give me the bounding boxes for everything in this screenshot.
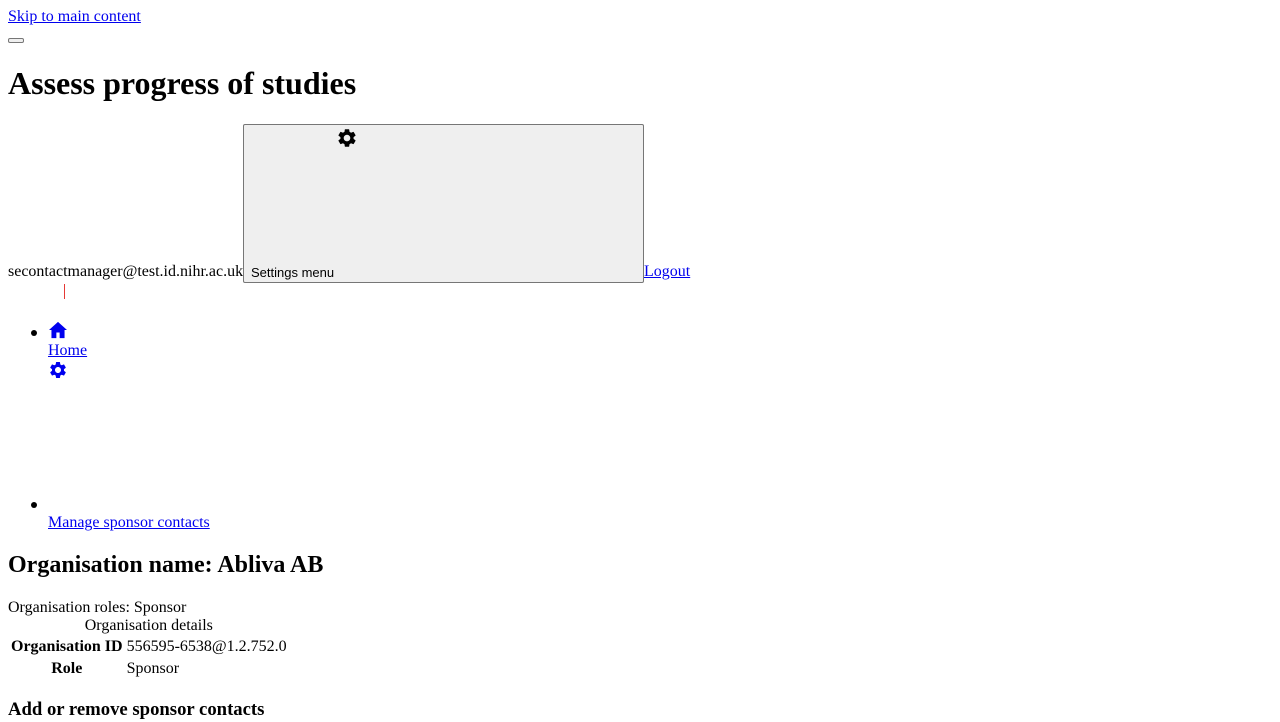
organisation-details-table: Organisation details Organisation ID 556… <box>8 617 290 681</box>
nav-item-home[interactable]: Home <box>48 342 87 360</box>
gear-icon <box>50 362 66 378</box>
role-value: Sponsor <box>126 660 180 677</box>
organisation-id-header: Organisation ID <box>11 638 123 655</box>
nav-bullet <box>31 330 37 336</box>
focus-indicator-bar <box>64 284 65 299</box>
nav-item-manage-sponsor-contacts[interactable]: Manage sponsor contacts <box>48 514 210 532</box>
organisation-name-heading: Organisation name: Abliva AB <box>8 552 324 578</box>
organisation-id-value: 556595-6538@1.2.752.0 <box>126 638 287 655</box>
nav-bullet <box>31 502 37 508</box>
skip-to-main-link[interactable]: Skip to main content <box>8 8 141 26</box>
settings-menu-label: Settings menu <box>251 265 335 280</box>
page-title: Assess progress of studies <box>8 65 357 101</box>
table-row: Role Sponsor <box>10 659 288 679</box>
add-remove-contacts-heading: Add or remove sponsor contacts <box>8 699 265 720</box>
organisation-details-caption: Organisation details <box>84 617 213 634</box>
gear-icon <box>338 129 356 147</box>
logout-link[interactable]: Logout <box>644 263 690 281</box>
user-email: secontactmanager@test.id.nihr.ac.uk <box>8 263 244 280</box>
settings-menu-button[interactable]: Settings menu <box>243 124 644 283</box>
home-icon <box>49 321 67 339</box>
organisation-roles: Organisation roles: Sponsor <box>8 599 187 616</box>
role-header: Role <box>51 660 83 677</box>
table-row: Organisation ID 556595-6538@1.2.752.0 <box>10 637 288 657</box>
menu-toggle-button[interactable] <box>8 38 24 43</box>
